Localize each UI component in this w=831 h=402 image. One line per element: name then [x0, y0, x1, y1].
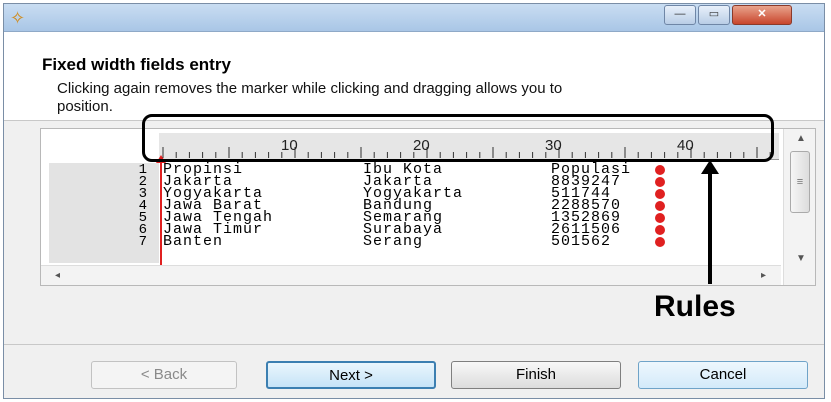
row-end-dot: [655, 213, 665, 223]
wizard-header: Fixed width fields entry Clicking again …: [4, 32, 824, 121]
row-end-dot: [655, 201, 665, 211]
row-end-dot: [655, 225, 665, 235]
callout-arrow: [708, 168, 712, 284]
cell-capital: Serang: [363, 233, 424, 250]
title-bar: ✧ — ▭ ✕: [4, 4, 824, 32]
row-end-dot: [655, 177, 665, 187]
page-description: Clicking again removes the marker while …: [57, 80, 563, 115]
footer-divider: [4, 344, 824, 345]
next-button[interactable]: Next >: [266, 361, 436, 389]
rules-annotation-label: Rules: [654, 290, 736, 323]
vertical-scrollbar[interactable]: ▲ ≡ ▼: [783, 129, 815, 285]
row-end-dot: [655, 165, 665, 175]
ruler-callout-box: [142, 114, 774, 162]
cell-province: Banten: [163, 233, 224, 250]
wizard-window: ✧ — ▭ ✕ Fixed width fields entry Clickin…: [3, 3, 825, 399]
scroll-up-icon[interactable]: ▲: [796, 133, 806, 144]
scroll-right-icon[interactable]: ▸: [761, 270, 766, 281]
line-number-gutter: 1 2 3 4 5 6 7: [49, 163, 159, 263]
scroll-left-icon[interactable]: ◂: [55, 270, 60, 281]
scroll-thumb[interactable]: ≡: [790, 151, 810, 213]
column-marker[interactable]: [160, 159, 162, 271]
close-button[interactable]: ✕: [732, 5, 792, 25]
row-end-dot: [655, 237, 665, 247]
line-number: 7: [138, 234, 147, 250]
scroll-down-icon[interactable]: ▼: [796, 253, 806, 264]
finish-button[interactable]: Finish: [451, 361, 621, 389]
wand-icon: ✧: [10, 8, 26, 28]
cell-population: 501562: [551, 233, 612, 250]
minimize-button[interactable]: —: [664, 5, 696, 25]
maximize-button[interactable]: ▭: [698, 5, 730, 25]
back-button[interactable]: < Back: [91, 361, 237, 389]
page-title: Fixed width fields entry: [42, 55, 231, 74]
horizontal-scrollbar[interactable]: ◂ ▸: [41, 265, 781, 285]
row-end-dot: [655, 189, 665, 199]
cancel-button[interactable]: Cancel: [638, 361, 808, 389]
